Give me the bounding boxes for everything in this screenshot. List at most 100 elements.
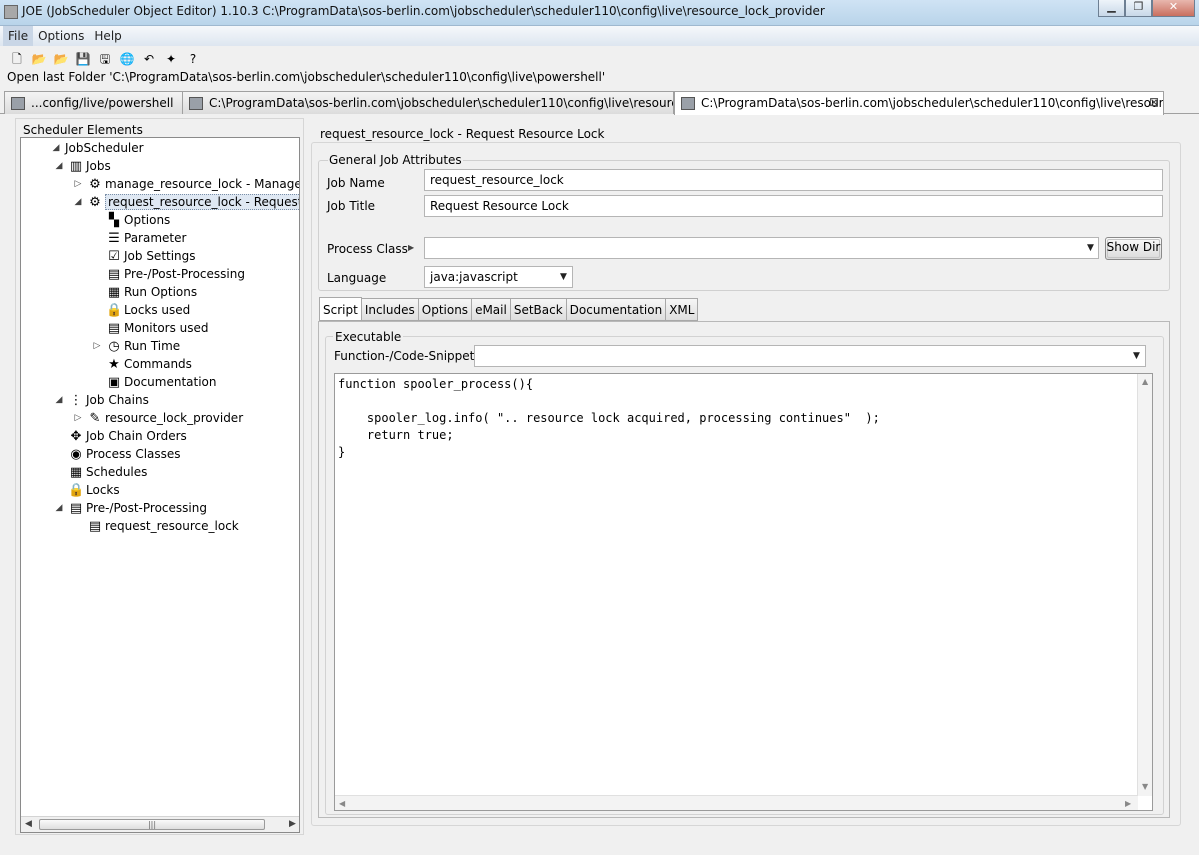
language-select[interactable]: java:javascript — [424, 266, 573, 288]
tree-item[interactable]: ◢ ▤ Pre-/Post-Processing — [56, 499, 207, 517]
tree-item-label: Schedules — [86, 465, 148, 479]
open-live-folder-icon[interactable]: 📂 — [52, 50, 70, 68]
collapse-arrow-icon[interactable]: ◢ — [51, 143, 61, 153]
element-tree[interactable]: ◀ ||| ▶ ◢ JobScheduler ◢ ▥ Jobs ▷ ⚙ manage_reso… — [20, 137, 300, 833]
tab-setback[interactable]: SetBack — [510, 298, 567, 321]
collapse-arrow-icon[interactable]: ◢ — [54, 503, 64, 513]
save-icon[interactable]: 💾 — [74, 50, 92, 68]
tree-item[interactable]: ▷ ✎ resource_lock_provider — [75, 409, 244, 427]
collapse-arrow-icon[interactable]: ◢ — [73, 197, 83, 207]
tree-item[interactable]: ▣ Documentation — [106, 373, 217, 391]
new-file-icon[interactable]: 🗋 — [8, 50, 26, 68]
tab-script[interactable]: Script — [319, 297, 362, 321]
chevron-down-icon[interactable]: ▼ — [560, 272, 567, 282]
scroll-right-icon[interactable]: ▶ — [1125, 799, 1131, 808]
tree-item[interactable]: ◢ JobScheduler — [53, 139, 144, 157]
tree-item[interactable]: ✥ Job Chain Orders — [68, 427, 187, 445]
tab-email[interactable]: eMail — [472, 298, 511, 321]
menu-options[interactable]: Options — [33, 26, 89, 46]
language-label: Language — [327, 271, 387, 285]
scroll-right-icon[interactable]: ▶ — [289, 819, 296, 829]
wizard-icon[interactable]: ✦ — [162, 50, 180, 68]
scroll-down-icon[interactable]: ▼ — [1142, 782, 1148, 791]
tree-item[interactable]: ▤ request_resource_lock — [87, 517, 239, 535]
job-name-label: Job Name — [327, 176, 385, 190]
expand-arrow-icon[interactable]: ▷ — [92, 341, 102, 351]
job-title-input[interactable]: Request Resource Lock — [424, 195, 1163, 217]
scroll-thumb[interactable]: ||| — [39, 819, 265, 830]
tree-item[interactable]: ☑ Job Settings — [106, 247, 195, 265]
tree-item[interactable]: ☰ Parameter — [106, 229, 186, 247]
tree-item[interactable]: ◢ ⋮ Job Chains — [56, 391, 149, 409]
tab-includes[interactable]: Includes — [361, 298, 419, 321]
tree-item[interactable]: ▦ Schedules — [68, 463, 148, 481]
executable-group-title: Executable — [333, 330, 404, 344]
file-tab-resource-lock-2[interactable]: C:\ProgramData\sos-berlin.com\jobschedul… — [674, 91, 1164, 115]
last-folder-link[interactable]: Open last Folder 'C:\ProgramData\sos-ber… — [7, 70, 605, 84]
tree-item[interactable]: 🔒 Locks — [68, 481, 120, 499]
minimize-button[interactable]: ▁ — [1098, 0, 1125, 17]
close-tab-icon[interactable]: ⊠ — [1149, 95, 1159, 109]
orders-icon: ✥ — [70, 428, 82, 444]
tree-item-label: Monitors used — [124, 321, 209, 335]
undo-icon[interactable]: ↶ — [140, 50, 158, 68]
tab-options[interactable]: Options — [418, 298, 473, 321]
file-tab-resource-lock-1[interactable]: C:\ProgramData\sos-berlin.com\jobschedul… — [182, 91, 674, 114]
tree-item-label: Process Classes — [86, 447, 181, 461]
show-dir-button[interactable]: Show Dir — [1105, 237, 1162, 260]
job-header: request_resource_lock - Request Resource… — [320, 127, 605, 141]
maximize-button[interactable]: ❐ — [1125, 0, 1152, 17]
editor-horizontal-scrollbar[interactable]: ◀ ▶ — [335, 795, 1138, 810]
tree-item[interactable]: ★ Commands — [106, 355, 192, 373]
tree-item[interactable]: ◢ ⚙request_resource_lock - Request Resour… — [75, 193, 299, 211]
tab-documentation[interactable]: Documentation — [566, 298, 667, 321]
scroll-left-icon[interactable]: ◀ — [339, 799, 345, 808]
file-icon — [11, 97, 25, 110]
tab-xml[interactable]: XML — [666, 298, 699, 321]
menu-file[interactable]: File — [3, 26, 34, 46]
show-dir-button-label: Show Dir — [1106, 240, 1161, 254]
chevron-down-icon[interactable]: ▼ — [1133, 351, 1140, 361]
tree-item-label: Options — [124, 213, 171, 227]
file-tab-label: C:\ProgramData\sos-berlin.com\jobschedul… — [701, 96, 1164, 110]
tree-item[interactable]: ▤ Monitors used — [106, 319, 209, 337]
job-name-input[interactable]: request_resource_lock — [424, 169, 1163, 191]
file-tab-powershell[interactable]: ...config/live/powershell — [4, 91, 184, 114]
pre-post-processing-icon: ▤ — [107, 266, 121, 282]
code-snippets-select[interactable] — [474, 345, 1146, 367]
tree-item[interactable]: ▷ ⚙ manage_resource_lock - Manage access t… — [75, 175, 299, 193]
tree-item[interactable]: ◢ ▥ Jobs — [56, 157, 111, 175]
tree-horizontal-scrollbar[interactable]: ◀ ||| ▶ — [21, 816, 299, 832]
expand-arrow-icon[interactable]: ▷ — [73, 179, 83, 189]
scroll-left-icon[interactable]: ◀ — [25, 819, 32, 829]
tree-item[interactable]: ▤ Pre-/Post-Processing — [106, 265, 245, 283]
process-class-select[interactable] — [424, 237, 1099, 259]
editor-vertical-scrollbar[interactable]: ▲ ▼ — [1137, 374, 1152, 796]
tree-item[interactable]: 🔒 Locks used — [106, 301, 190, 319]
script-code[interactable]: function spooler_process(){ spooler_log.… — [338, 376, 880, 461]
tree-item-label: Locks used — [124, 303, 191, 317]
menu-bar: File Options Help — [0, 26, 1199, 46]
tree-item-label: Job Chain Orders — [86, 429, 187, 443]
process-class-expand-icon[interactable]: ▶ — [408, 243, 414, 252]
collapse-arrow-icon[interactable]: ◢ — [54, 161, 64, 171]
scheduler-elements-panel: Scheduler Elements ◀ ||| ▶ ◢ JobScheduler… — [15, 118, 304, 835]
web-service-icon[interactable]: 🌐 — [118, 50, 136, 68]
chevron-down-icon[interactable]: ▼ — [1087, 243, 1094, 253]
process-class-label: Process Class — [327, 242, 408, 256]
tree-item-label: Commands — [124, 357, 192, 371]
scroll-up-icon[interactable]: ▲ — [1142, 377, 1148, 386]
expand-arrow-icon[interactable]: ▷ — [73, 413, 83, 423]
menu-help[interactable]: Help — [89, 26, 126, 46]
tree-item[interactable]: ◉ Process Classes — [68, 445, 181, 463]
close-button[interactable]: ✕ — [1152, 0, 1195, 17]
script-editor[interactable]: function spooler_process(){ spooler_log.… — [334, 373, 1153, 811]
tree-item[interactable]: ▷ ◷ Run Time — [94, 337, 181, 355]
tree-item-label: Parameter — [124, 231, 187, 245]
tree-item[interactable]: ▚ Options — [106, 211, 170, 229]
save-as-icon[interactable]: 🖫 — [96, 50, 114, 68]
collapse-arrow-icon[interactable]: ◢ — [54, 395, 64, 405]
tree-item[interactable]: ▦ Run Options — [106, 283, 197, 301]
help-icon[interactable]: ? — [184, 50, 202, 68]
open-folder-icon[interactable]: 📂 — [30, 50, 48, 68]
